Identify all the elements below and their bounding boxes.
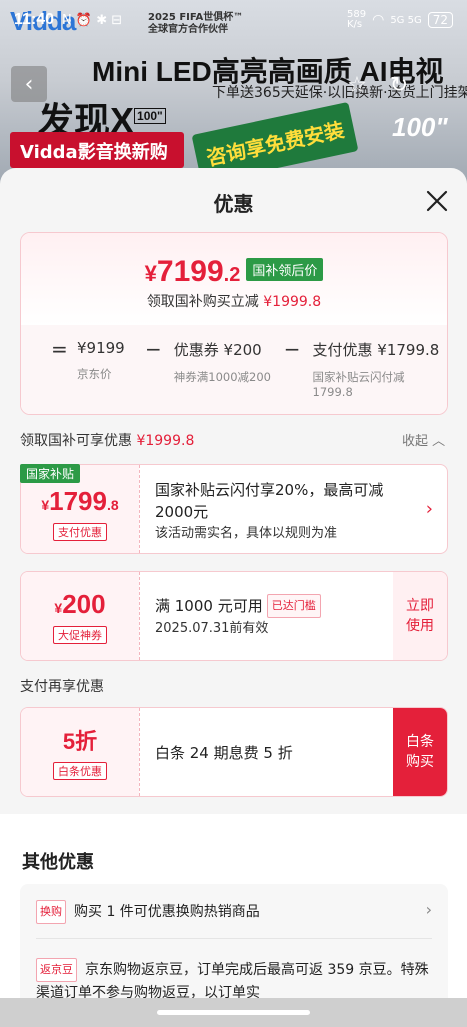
other-offers-title: 其他优惠 <box>22 852 94 873</box>
status-bar: 11:40 N ⏰ ✱ ⊟ 589 K/s ◠ 5G 5G 72 <box>0 0 467 40</box>
threshold-reached-tag: 已达门槛 <box>266 594 321 618</box>
battery-icon: 72 <box>427 12 453 28</box>
price-summary-card: ¥7199.2 国补领后价 领取国补购买立减 ¥1999.8 = ¥9199 京… <box>20 232 448 415</box>
base-price-label: 京东价 <box>77 367 112 381</box>
status-time: 11:40 <box>14 11 55 28</box>
back-arrow-icon: ‹ <box>24 71 34 97</box>
collapse-toggle[interactable]: 收起 ︿ <box>402 430 445 449</box>
back-button[interactable]: ‹ <box>11 66 47 102</box>
sheet-title: 优惠 <box>213 192 254 216</box>
final-price: ¥7199.2 <box>144 255 241 288</box>
promo-label-red: Vidda影音换新购 <box>10 132 184 168</box>
coupon-value: ¥200 <box>54 588 106 619</box>
coupon-amount: 优惠券 ¥200 <box>173 341 262 359</box>
chevron-right-icon: › <box>425 900 432 919</box>
network-speed: 589 K/s <box>347 9 367 30</box>
favorite-icon[interactable]: ☆ <box>342 70 372 100</box>
coupon-expiry: 2025.07.31前有效 <box>155 621 269 636</box>
subsidy-amount: ¥1799.8 <box>41 485 119 516</box>
banner-subline: 下单送365天延保·以旧换新·送货上门挂架 <box>212 85 467 101</box>
subsidy-row-label: 领取国补可享优惠 ¥1999.8 <box>20 433 195 449</box>
home-indicator[interactable] <box>157 1010 310 1015</box>
coupon-badge: 大促神券 <box>53 625 107 644</box>
subsidy-badge: 支付优惠 <box>53 522 107 541</box>
list-item[interactable]: 换购 购买 1 件可优惠换购热销商品 <box>36 900 432 924</box>
offer-tag: 换购 <box>36 900 66 924</box>
discount-sheet: 优惠 ¥7199.2 国补领后价 领取国补购买立减 ¥1999.8 = ¥919… <box>0 168 467 1027</box>
pay-discount: 支付优惠 ¥1799.8 <box>312 341 440 359</box>
baitiao-desc: 白条 24 期息费 5 折 <box>155 744 293 762</box>
price-tag: 国补领后价 <box>246 258 324 281</box>
nav-bar <box>0 998 467 1027</box>
status-icons: N ⏰ ✱ ⊟ <box>62 12 123 28</box>
wifi-icon: ◠ <box>372 12 385 28</box>
baitiao-badge: 白条优惠 <box>53 762 107 780</box>
tv-size-label: 100" <box>392 112 448 142</box>
coupon-condition: 满 1000 元可用 已达门槛 <box>155 594 397 618</box>
subsidy-desc: 国家补贴云闪付享20%，最高可减2000元 <box>155 481 384 521</box>
use-coupon-button[interactable]: 立即 使用 <box>393 572 447 660</box>
price-calculation: = ¥9199 京东价 − 优惠券 ¥200 神券满1000减200 − 支付优… <box>51 339 447 400</box>
national-subsidy-tag: 国家补贴 <box>20 464 81 483</box>
other-offers-section: 其他优惠 换购 购买 1 件可优惠换购热销商品 › 返京豆 京东购物返京豆，订单完成… <box>0 814 467 1027</box>
signal-icon: 5G 5G <box>390 14 422 26</box>
coupon-card: ¥200 大促神券 满 1000 元可用 已达门槛 2025.07.31前有效 立… <box>20 571 448 661</box>
baitiao-card: 5折 白条优惠 白条 24 期息费 5 折 白条 购买 <box>20 707 448 797</box>
chevron-right-icon: › <box>425 498 433 520</box>
close-icon[interactable] <box>424 188 450 214</box>
reduce-line: 领取国补购买立减 ¥1999.8 <box>146 294 322 310</box>
coupon-label: 神券满1000减200 <box>173 370 271 384</box>
subsidy-card[interactable]: ¥1799.8 支付优惠 国家补贴云闪付享20%，最高可减2000元 该活动需实… <box>20 464 448 554</box>
baitiao-discount: 5折 <box>62 729 98 754</box>
pay-discount-label: 国家补贴云闪付减1799.8 <box>312 370 405 399</box>
pay-section-label: 支付再享优惠 <box>20 679 104 695</box>
offer-tag: 返京豆 <box>36 958 77 982</box>
subsidy-note: 该活动需实名，具体以规则为准 <box>155 526 338 541</box>
share-icon[interactable]: ↻ <box>384 70 414 100</box>
base-price: ¥9199 <box>77 339 125 357</box>
baitiao-buy-button[interactable]: 白条 购买 <box>393 708 447 796</box>
